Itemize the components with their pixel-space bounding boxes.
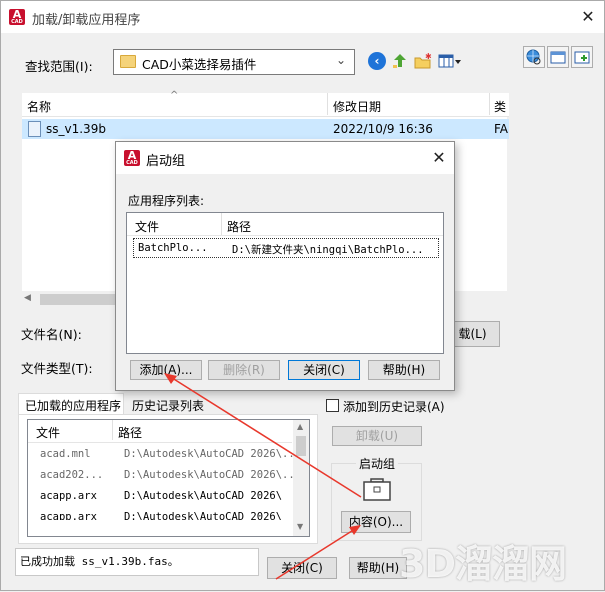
load-unload-window: A CAD 加载/卸载应用程序 ✕ 查找范围(I): CAD小菜选择易插件 ⌄ ‹… <box>0 0 605 591</box>
watermark: 3D溜溜网 <box>399 542 567 586</box>
annotation-arrows <box>164 373 362 580</box>
